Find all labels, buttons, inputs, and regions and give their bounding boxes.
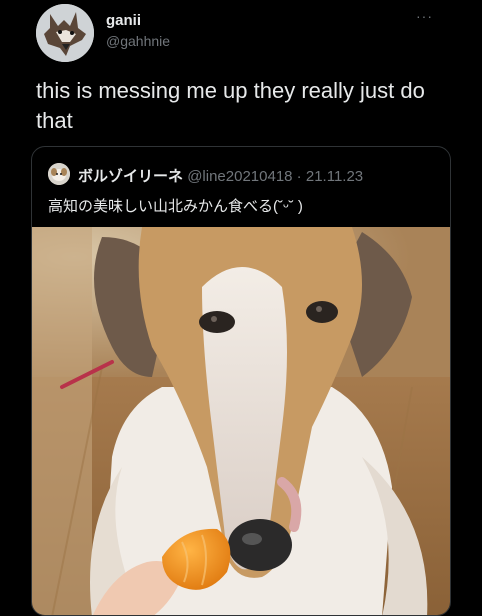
tweet-text: this is messing me up they really just d…: [36, 78, 425, 133]
author-avatar[interactable]: [36, 4, 94, 62]
tweet-photo[interactable]: [32, 227, 451, 616]
quoted-tweet-header: ボルゾイリーネ @line20210418 · 21.11.23: [78, 165, 363, 186]
wolf-avatar-icon: [36, 4, 94, 62]
author-handle[interactable]: @gahhnie: [106, 33, 170, 49]
meta-separator: ·: [292, 168, 306, 185]
quoted-display-name[interactable]: ボルゾイリーネ: [78, 168, 183, 185]
quoted-handle[interactable]: @line20210418: [187, 168, 292, 185]
quoted-author-avatar[interactable]: [48, 163, 70, 185]
quoted-tweet-card[interactable]: ボルゾイリーネ @line20210418 · 21.11.23 高知の美味しい…: [31, 146, 451, 616]
author-display-name[interactable]: ganii: [106, 12, 141, 29]
more-options-icon[interactable]: ···: [416, 8, 433, 24]
quoted-date[interactable]: 21.11.23: [306, 168, 363, 185]
quoted-tweet-text: 高知の美味しい山北みかん食べる(˘ᵕ˘ ): [48, 198, 303, 215]
dog-avatar-icon: [48, 163, 70, 185]
